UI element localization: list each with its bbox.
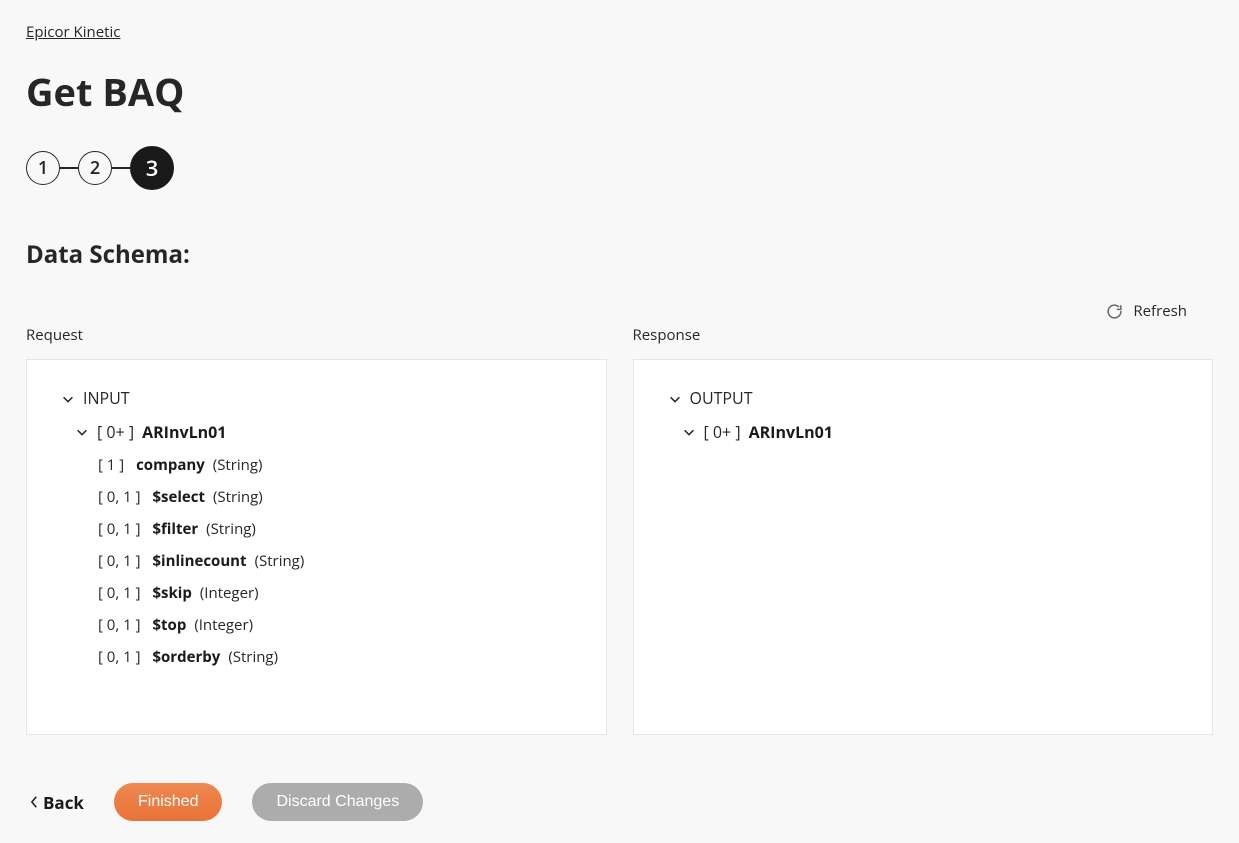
field-type: (String) <box>213 453 263 477</box>
tree-group[interactable]: [ 0+ ] ARInvLn01 <box>55 416 578 450</box>
field-cardinality: [ 0, 1 ] <box>98 645 144 669</box>
tree-field[interactable]: [ 0, 1 ] $inlinecount (String) <box>55 545 578 577</box>
field-type: (Integer) <box>200 581 259 605</box>
back-button[interactable]: Back <box>26 791 84 814</box>
field-name: $orderby <box>152 645 220 669</box>
step-connector <box>60 167 78 169</box>
field-cardinality: [ 0, 1 ] <box>98 581 144 605</box>
section-title: Data Schema: <box>26 238 1213 271</box>
chevron-down-icon <box>75 425 89 439</box>
back-label: Back <box>43 791 84 814</box>
tree-field[interactable]: [ 0, 1 ] $top (Integer) <box>55 609 578 641</box>
field-type: (String) <box>213 485 263 509</box>
field-cardinality: [ 0, 1 ] <box>98 485 144 509</box>
refresh-label: Refresh <box>1133 301 1187 321</box>
field-name: $filter <box>152 517 198 541</box>
response-panel: OUTPUT [ 0+ ] ARInvLn01 <box>633 359 1214 735</box>
tree-field[interactable]: [ 0, 1 ] $skip (Integer) <box>55 577 578 609</box>
tree-root[interactable]: OUTPUT <box>662 382 1185 416</box>
tree-field[interactable]: [ 0, 1 ] $orderby (String) <box>55 641 578 673</box>
page-title: Get BAQ <box>26 66 1213 118</box>
root-label: OUTPUT <box>690 386 753 412</box>
chevron-down-icon <box>61 392 75 406</box>
tree-group[interactable]: [ 0+ ] ARInvLn01 <box>662 416 1185 450</box>
tree-root[interactable]: INPUT <box>55 382 578 416</box>
field-cardinality: [ 0, 1 ] <box>98 613 144 637</box>
field-name: company <box>136 453 205 477</box>
tree-field[interactable]: [ 1 ] company (String) <box>55 449 578 481</box>
response-column-label: Response <box>633 325 1214 345</box>
field-type: (String) <box>228 645 278 669</box>
step-3[interactable]: 3 <box>130 146 174 190</box>
field-cardinality: [ 0, 1 ] <box>98 549 144 573</box>
field-type: (String) <box>255 549 305 573</box>
tree-field[interactable]: [ 0, 1 ] $select (String) <box>55 481 578 513</box>
chevron-down-icon <box>682 425 696 439</box>
refresh-button[interactable]: Refresh <box>1106 301 1187 321</box>
field-cardinality: [ 0, 1 ] <box>98 517 144 541</box>
field-name: $select <box>152 485 205 509</box>
finished-button[interactable]: Finished <box>114 783 222 821</box>
discard-changes-button[interactable]: Discard Changes <box>252 783 423 821</box>
refresh-icon <box>1106 303 1123 320</box>
request-panel: INPUT [ 0+ ] ARInvLn01 [ 1 ] company (St… <box>26 359 607 735</box>
field-name: $top <box>152 613 186 637</box>
field-cardinality: [ 1 ] <box>98 453 128 477</box>
step-2[interactable]: 2 <box>78 151 112 185</box>
group-name: ARInvLn01 <box>142 420 226 446</box>
field-type: (String) <box>206 517 256 541</box>
step-1[interactable]: 1 <box>26 151 60 185</box>
field-name: $skip <box>152 581 191 605</box>
field-name: $inlinecount <box>152 549 246 573</box>
tree-field[interactable]: [ 0, 1 ] $filter (String) <box>55 513 578 545</box>
field-type: (Integer) <box>194 613 253 637</box>
breadcrumb-link[interactable]: Epicor Kinetic <box>26 22 120 42</box>
request-column-label: Request <box>26 325 607 345</box>
group-cardinality: [ 0+ ] <box>97 420 134 446</box>
group-name: ARInvLn01 <box>749 420 833 446</box>
group-cardinality: [ 0+ ] <box>704 420 741 446</box>
chevron-left-icon <box>30 795 39 809</box>
step-connector <box>112 167 130 169</box>
root-label: INPUT <box>83 386 130 412</box>
chevron-down-icon <box>668 392 682 406</box>
stepper: 1 2 3 <box>26 146 1213 190</box>
